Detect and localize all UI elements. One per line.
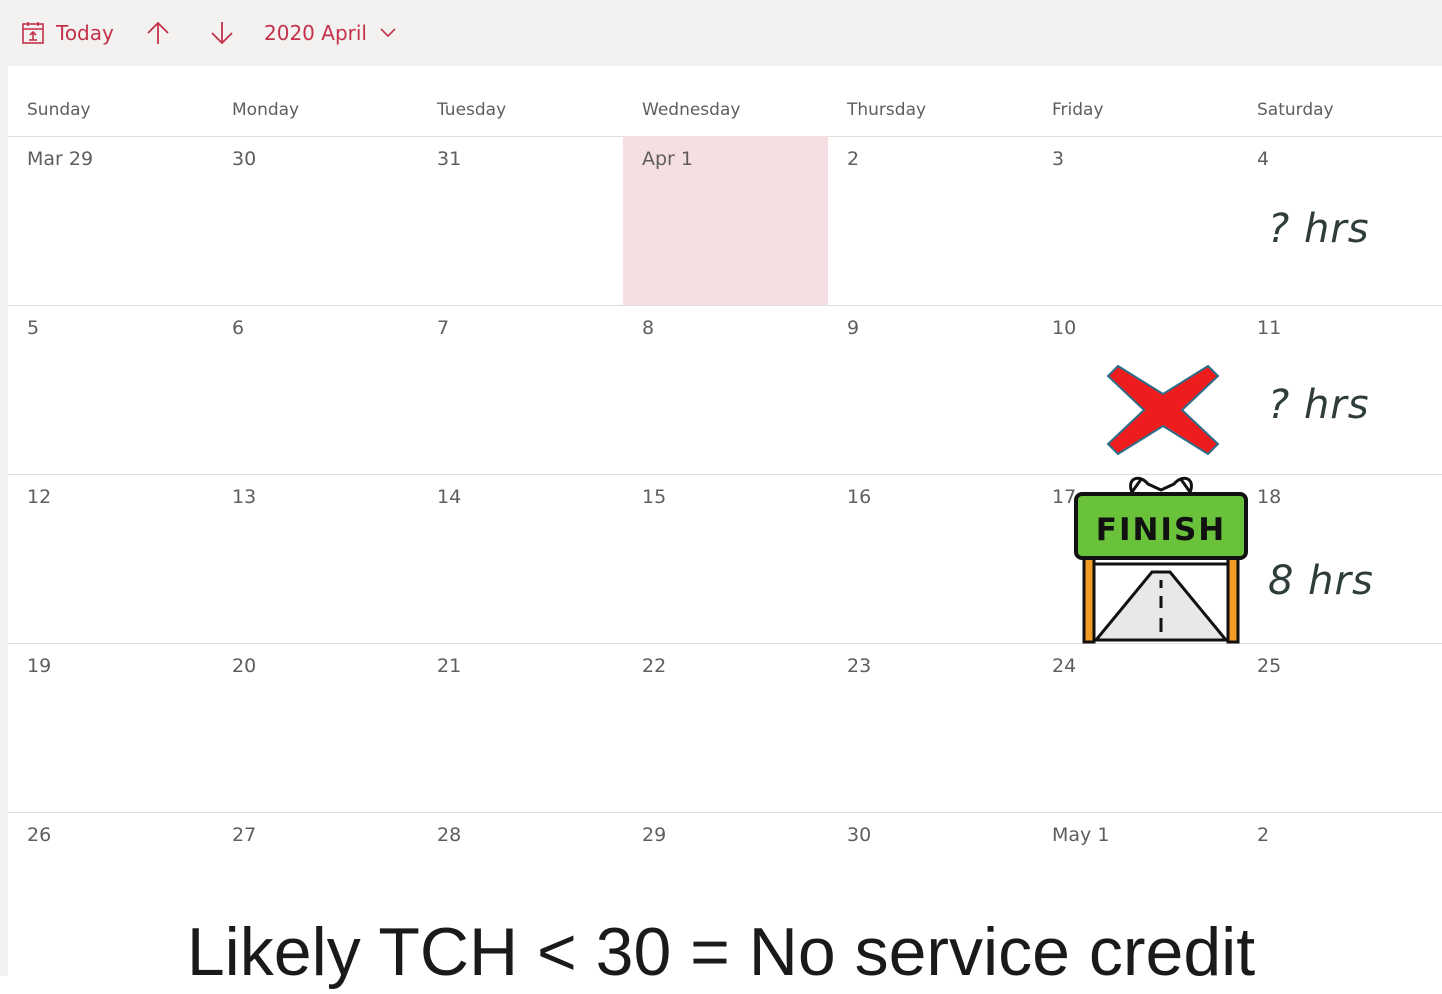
day-cell[interactable]: 19 [8, 643, 213, 812]
date-label: 13 [232, 486, 257, 508]
date-label: 26 [27, 824, 52, 846]
day-cell[interactable]: Mar 29 [8, 136, 213, 305]
slide-caption: Likely TCH < 30 = No service credit [186, 914, 1256, 990]
arrow-down-icon [211, 22, 233, 45]
date-label: 19 [27, 655, 52, 677]
day-cell[interactable]: 24 [1033, 643, 1238, 812]
weekday-header: Sunday Monday Tuesday Wednesday Thursday… [8, 66, 1442, 137]
next-month-button[interactable] [208, 0, 236, 66]
date-label: 18 [1257, 486, 1282, 508]
date-label: 22 [642, 655, 667, 677]
day-cell[interactable]: 7 [418, 305, 623, 474]
left-pane-edge [0, 66, 8, 976]
date-label: 31 [437, 148, 462, 170]
date-label: 2 [1257, 824, 1270, 846]
date-label: May 1 [1052, 824, 1110, 846]
day-cell[interactable]: 8 [623, 305, 828, 474]
date-label: 23 [847, 655, 872, 677]
day-cell[interactable]: 30 [213, 136, 418, 305]
day-cell[interactable]: 15 [623, 474, 828, 643]
weekday-friday: Friday [1052, 100, 1104, 120]
week-row: Mar 29 30 31 Apr 1 2 3 4 [8, 136, 1442, 306]
day-cell[interactable]: 22 [623, 643, 828, 812]
month-label: 2020 April [264, 21, 367, 45]
date-label: 29 [642, 824, 667, 846]
day-cell[interactable]: 13 [213, 474, 418, 643]
date-label: 15 [642, 486, 667, 508]
date-label: 2 [847, 148, 860, 170]
finish-line-icon: FINISH [1074, 476, 1248, 644]
arrow-up-icon [147, 21, 169, 44]
calendar-today-icon [22, 22, 44, 44]
month-picker[interactable]: 2020 April [264, 0, 397, 66]
day-cell[interactable]: 6 [213, 305, 418, 474]
week-row: 19 20 21 22 23 24 25 [8, 643, 1442, 813]
svg-text:FINISH: FINISH [1096, 512, 1226, 548]
previous-month-button[interactable] [144, 0, 172, 66]
date-label: 10 [1052, 317, 1077, 339]
day-cell[interactable]: 3 [1033, 136, 1238, 305]
date-label: 7 [437, 317, 450, 339]
week-row: 5 6 7 8 9 10 11 [8, 305, 1442, 475]
date-label: 12 [27, 486, 52, 508]
date-label: Mar 29 [27, 148, 94, 170]
date-label: 25 [1257, 655, 1282, 677]
date-label: 6 [232, 317, 245, 339]
date-label: 20 [232, 655, 257, 677]
weekday-wednesday: Wednesday [642, 100, 741, 120]
date-label: 30 [232, 148, 257, 170]
date-label: 30 [847, 824, 872, 846]
day-cell[interactable]: 25 [1238, 643, 1442, 812]
weekday-monday: Monday [232, 100, 300, 120]
date-label: 28 [437, 824, 462, 846]
day-cell[interactable]: 12 [8, 474, 213, 643]
date-label: 27 [232, 824, 257, 846]
weekday-tuesday: Tuesday [437, 100, 507, 120]
week3-hours-note: 8 hrs [1268, 558, 1374, 604]
week2-hours-note: ? hrs [1268, 382, 1370, 428]
day-cell-today[interactable]: Apr 1 [623, 136, 828, 305]
today-label: Today [56, 21, 114, 45]
today-button[interactable]: Today [20, 0, 114, 66]
chevron-down-icon [380, 28, 396, 38]
weekday-sunday: Sunday [27, 100, 91, 120]
date-label: 9 [847, 317, 860, 339]
day-cell[interactable]: 31 [418, 136, 623, 305]
day-cell[interactable]: 16 [828, 474, 1033, 643]
day-cell[interactable]: 14 [418, 474, 623, 643]
day-cell[interactable]: 9 [828, 305, 1033, 474]
day-cell[interactable]: 20 [213, 643, 418, 812]
red-cross-icon [1106, 364, 1220, 456]
date-label: Apr 1 [642, 148, 693, 170]
date-label: 5 [27, 317, 40, 339]
weekday-thursday: Thursday [847, 100, 927, 120]
week1-hours-note: ? hrs [1268, 206, 1370, 252]
date-label: 11 [1257, 317, 1282, 339]
date-label: 14 [437, 486, 462, 508]
date-label: 24 [1052, 655, 1077, 677]
date-label: 3 [1052, 148, 1065, 170]
date-label: 4 [1257, 148, 1270, 170]
day-cell[interactable]: 5 [8, 305, 213, 474]
day-cell[interactable]: 2 [828, 136, 1033, 305]
day-cell[interactable]: 23 [828, 643, 1033, 812]
weekday-saturday: Saturday [1257, 100, 1334, 120]
date-label: 21 [437, 655, 462, 677]
calendar-toolbar: Today 2020 April [0, 0, 1442, 66]
day-cell[interactable]: 21 [418, 643, 623, 812]
date-label: 8 [642, 317, 655, 339]
date-label: 16 [847, 486, 872, 508]
